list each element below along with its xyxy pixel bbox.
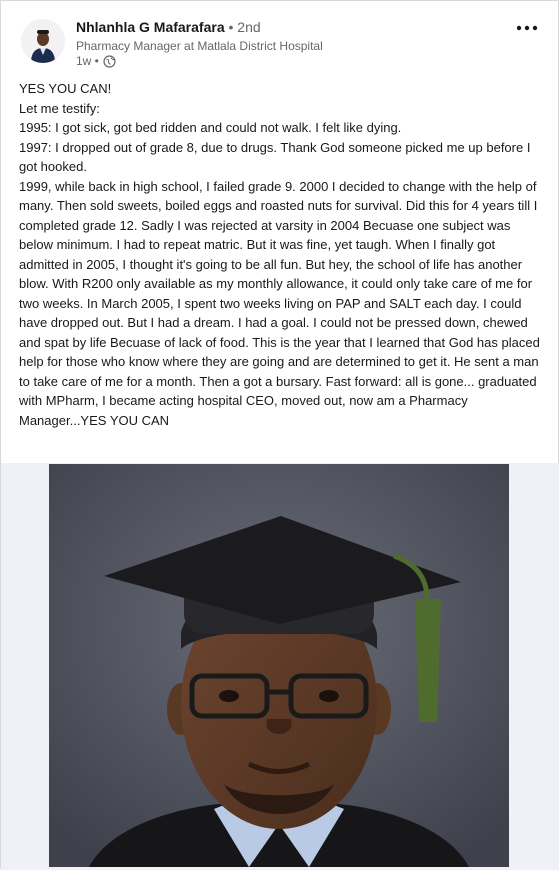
post-image-container — [1, 463, 559, 870]
graduation-photo[interactable] — [49, 464, 509, 867]
more-horizontal-icon — [516, 25, 538, 31]
post-line: Let me testify: — [19, 100, 100, 116]
connection-degree: • 2nd — [228, 19, 261, 35]
post-line: 1997: I dropped out of grade 8, due to d… — [19, 139, 531, 175]
author-headline: Pharmacy Manager at Matlala District Hos… — [76, 39, 323, 53]
post-timestamp: 1w • — [76, 54, 116, 68]
globe-icon — [103, 54, 116, 68]
post-header: Nhlanhla G Mafarafara • 2nd Pharmacy Man… — [15, 15, 545, 71]
post-body: YES YOU CAN! Let me testify: 1995: I got… — [19, 79, 544, 430]
author-avatar[interactable] — [21, 19, 65, 63]
linkedin-post-card: Nhlanhla G Mafarafara • 2nd Pharmacy Man… — [0, 0, 559, 870]
more-options-button[interactable] — [515, 19, 539, 37]
post-line: YES YOU CAN! — [19, 81, 112, 96]
author-name[interactable]: Nhlanhla G Mafarafara • 2nd — [76, 19, 261, 35]
author-name-text[interactable]: Nhlanhla G Mafarafara — [76, 19, 225, 35]
post-line: 1995: I got sick, got bed ridden and cou… — [19, 120, 402, 135]
post-time-text: 1w • — [76, 54, 99, 68]
post-line: 1999, while back in high school, I faile… — [19, 178, 540, 428]
